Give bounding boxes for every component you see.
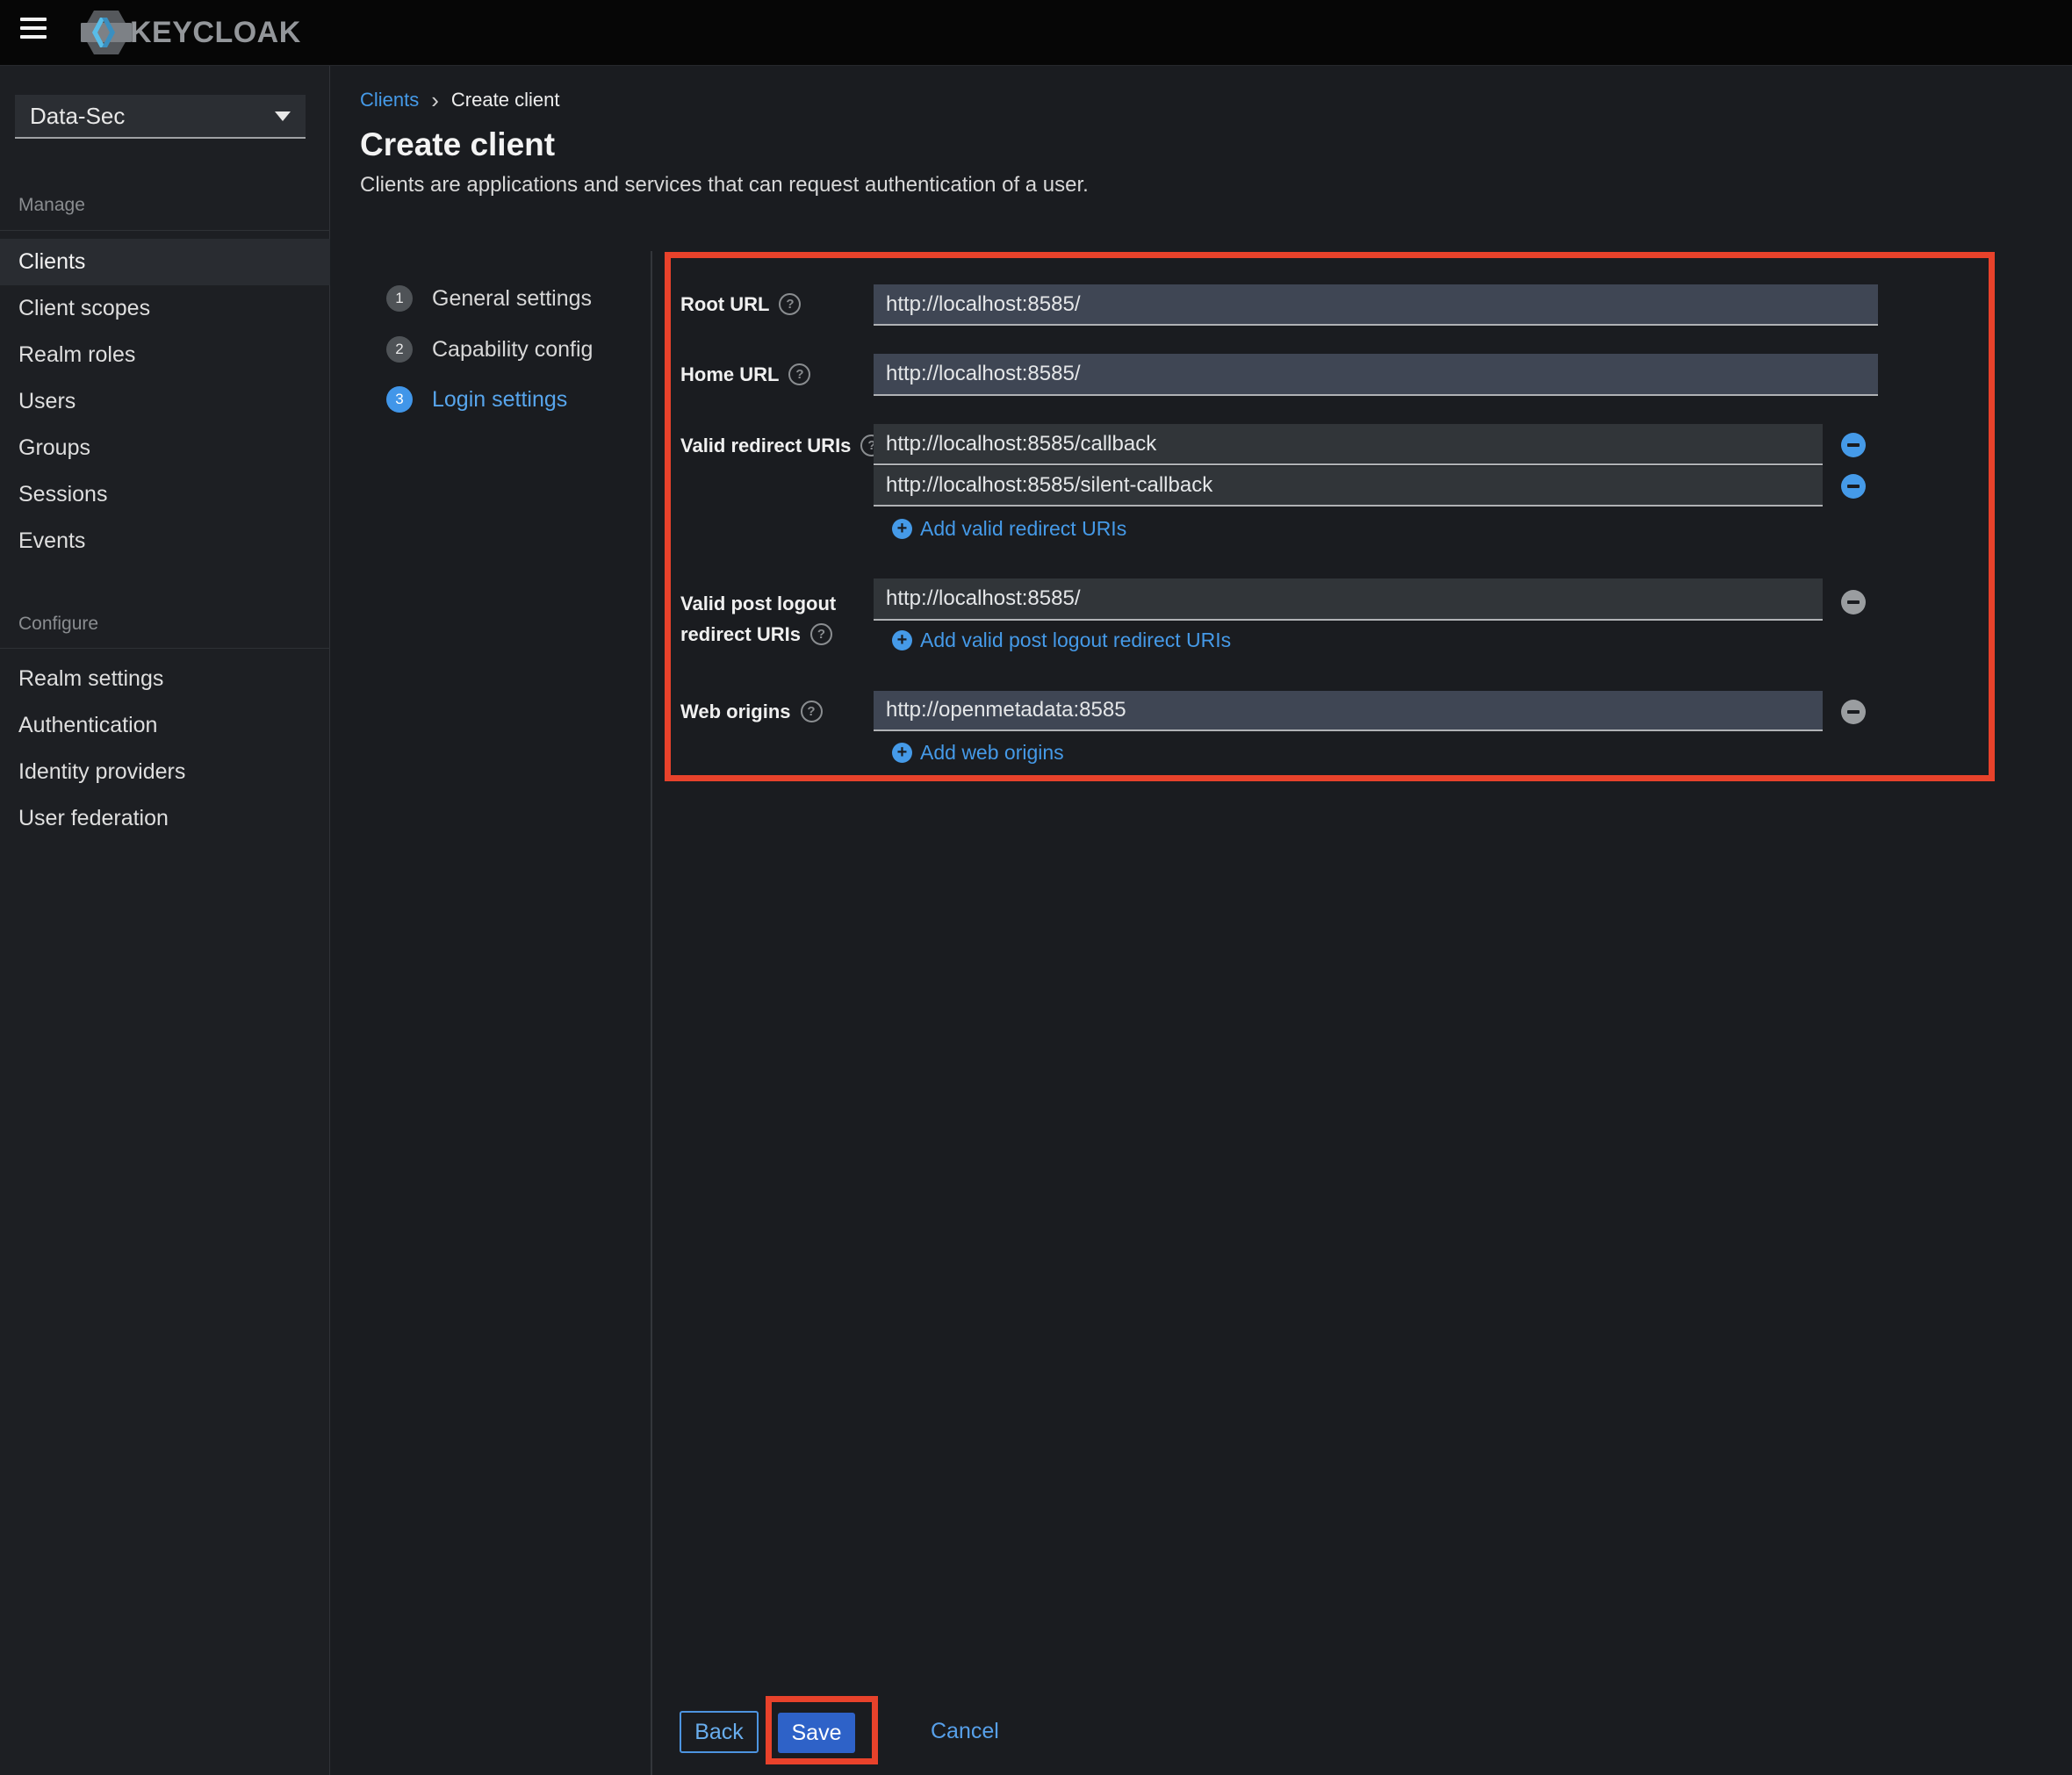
- page-title: Create client: [360, 126, 556, 162]
- sidebar-item-user-federation[interactable]: User federation: [0, 795, 330, 842]
- nav-section-manage: Manage: [18, 195, 85, 215]
- redirect-uri-input-2[interactable]: [874, 466, 1823, 507]
- sidebar-item-client-scopes[interactable]: Client scopes: [0, 285, 330, 332]
- realm-selector-dropdown[interactable]: Data-Sec: [15, 95, 306, 139]
- back-button[interactable]: Back: [680, 1711, 759, 1753]
- minus-icon: [1847, 485, 1860, 488]
- breadcrumb-clients-link[interactable]: Clients: [360, 89, 419, 111]
- help-icon[interactable]: ?: [788, 363, 811, 385]
- wizard-step-login-settings[interactable]: 3 Login settings: [386, 386, 567, 413]
- minus-icon: [1847, 600, 1860, 604]
- redirect-uri-input-1[interactable]: [874, 424, 1823, 465]
- keycloak-logo: KEYCLOAK: [81, 9, 301, 57]
- remove-post-logout-uri-button[interactable]: [1841, 590, 1866, 614]
- add-post-logout-uris-link[interactable]: + Add valid post logout redirect URIs: [892, 629, 1231, 652]
- step-label: Login settings: [432, 386, 568, 412]
- page-description: Clients are applications and services th…: [360, 173, 1089, 197]
- nav-divider: [0, 648, 330, 649]
- current-realm-name: Data-Sec: [30, 102, 126, 129]
- add-valid-redirect-uris-link[interactable]: + Add valid redirect URIs: [892, 517, 1126, 541]
- web-origins-input[interactable]: [874, 691, 1823, 731]
- nav-section-configure: Configure: [18, 614, 99, 634]
- wizard-content-divider: [651, 251, 652, 1775]
- help-icon[interactable]: ?: [800, 701, 823, 722]
- remove-redirect-uri-1-button[interactable]: [1841, 433, 1866, 457]
- step-label: General settings: [432, 285, 593, 311]
- root-url-label: Root URL ?: [680, 293, 802, 315]
- sidebar-item-realm-roles[interactable]: Realm roles: [0, 332, 330, 378]
- step-label: Capability config: [432, 336, 594, 362]
- sidebar-item-events[interactable]: Events: [0, 518, 330, 564]
- help-icon[interactable]: ?: [779, 293, 802, 315]
- step-number-badge: 3: [386, 386, 413, 413]
- keycloak-logo-text: KEYCLOAK: [130, 16, 301, 49]
- sidebar-item-realm-settings[interactable]: Realm settings: [0, 656, 330, 702]
- step-number-badge: 1: [386, 285, 413, 312]
- valid-redirect-uris-label: Valid redirect URIs ?: [680, 435, 883, 456]
- sidebar-item-sessions[interactable]: Sessions: [0, 471, 330, 518]
- sidebar-item-authentication[interactable]: Authentication: [0, 702, 330, 749]
- post-logout-uri-input[interactable]: [874, 578, 1823, 621]
- wizard-step-general-settings[interactable]: 1 General settings: [386, 285, 592, 312]
- remove-web-origin-button[interactable]: [1841, 700, 1866, 724]
- wizard-step-capability-config[interactable]: 2 Capability config: [386, 336, 593, 363]
- plus-circle-icon: +: [892, 630, 912, 650]
- sidebar-item-users[interactable]: Users: [0, 378, 330, 425]
- caret-down-icon: [275, 111, 291, 121]
- home-url-input[interactable]: [874, 354, 1878, 396]
- post-logout-uris-label: Valid post logout redirect URIs ?: [680, 593, 837, 645]
- remove-redirect-uri-2-button[interactable]: [1841, 474, 1866, 499]
- minus-icon: [1847, 443, 1860, 447]
- top-bar: KEYCLOAK: [0, 0, 2072, 66]
- web-origins-label: Web origins ?: [680, 701, 823, 722]
- manage-nav-list: Clients Client scopes Realm roles Users …: [0, 239, 330, 564]
- chevron-right-icon: ›: [431, 87, 439, 113]
- cancel-link[interactable]: Cancel: [931, 1719, 999, 1744]
- add-web-origins-link[interactable]: + Add web origins: [892, 741, 1064, 765]
- sidebar-item-identity-providers[interactable]: Identity providers: [0, 749, 330, 795]
- home-url-label: Home URL ?: [680, 363, 811, 385]
- configure-nav-list: Realm settings Authentication Identity p…: [0, 656, 330, 842]
- sidebar-item-clients[interactable]: Clients: [0, 239, 330, 285]
- plus-circle-icon: +: [892, 743, 912, 763]
- hamburger-menu-icon[interactable]: [20, 18, 47, 48]
- plus-circle-icon: +: [892, 519, 912, 539]
- keycloak-logo-icon: [81, 11, 132, 54]
- help-icon[interactable]: ?: [809, 623, 832, 645]
- breadcrumb: Clients › Create client: [360, 89, 559, 111]
- save-button[interactable]: Save: [778, 1713, 855, 1753]
- nav-divider: [0, 230, 330, 231]
- breadcrumb-current: Create client: [450, 89, 560, 111]
- step-number-badge: 2: [386, 336, 413, 363]
- minus-icon: [1847, 710, 1860, 714]
- sidebar: Data-Sec Manage Clients Client scopes Re…: [0, 66, 330, 1775]
- root-url-input[interactable]: [874, 284, 1878, 326]
- sidebar-item-groups[interactable]: Groups: [0, 425, 330, 471]
